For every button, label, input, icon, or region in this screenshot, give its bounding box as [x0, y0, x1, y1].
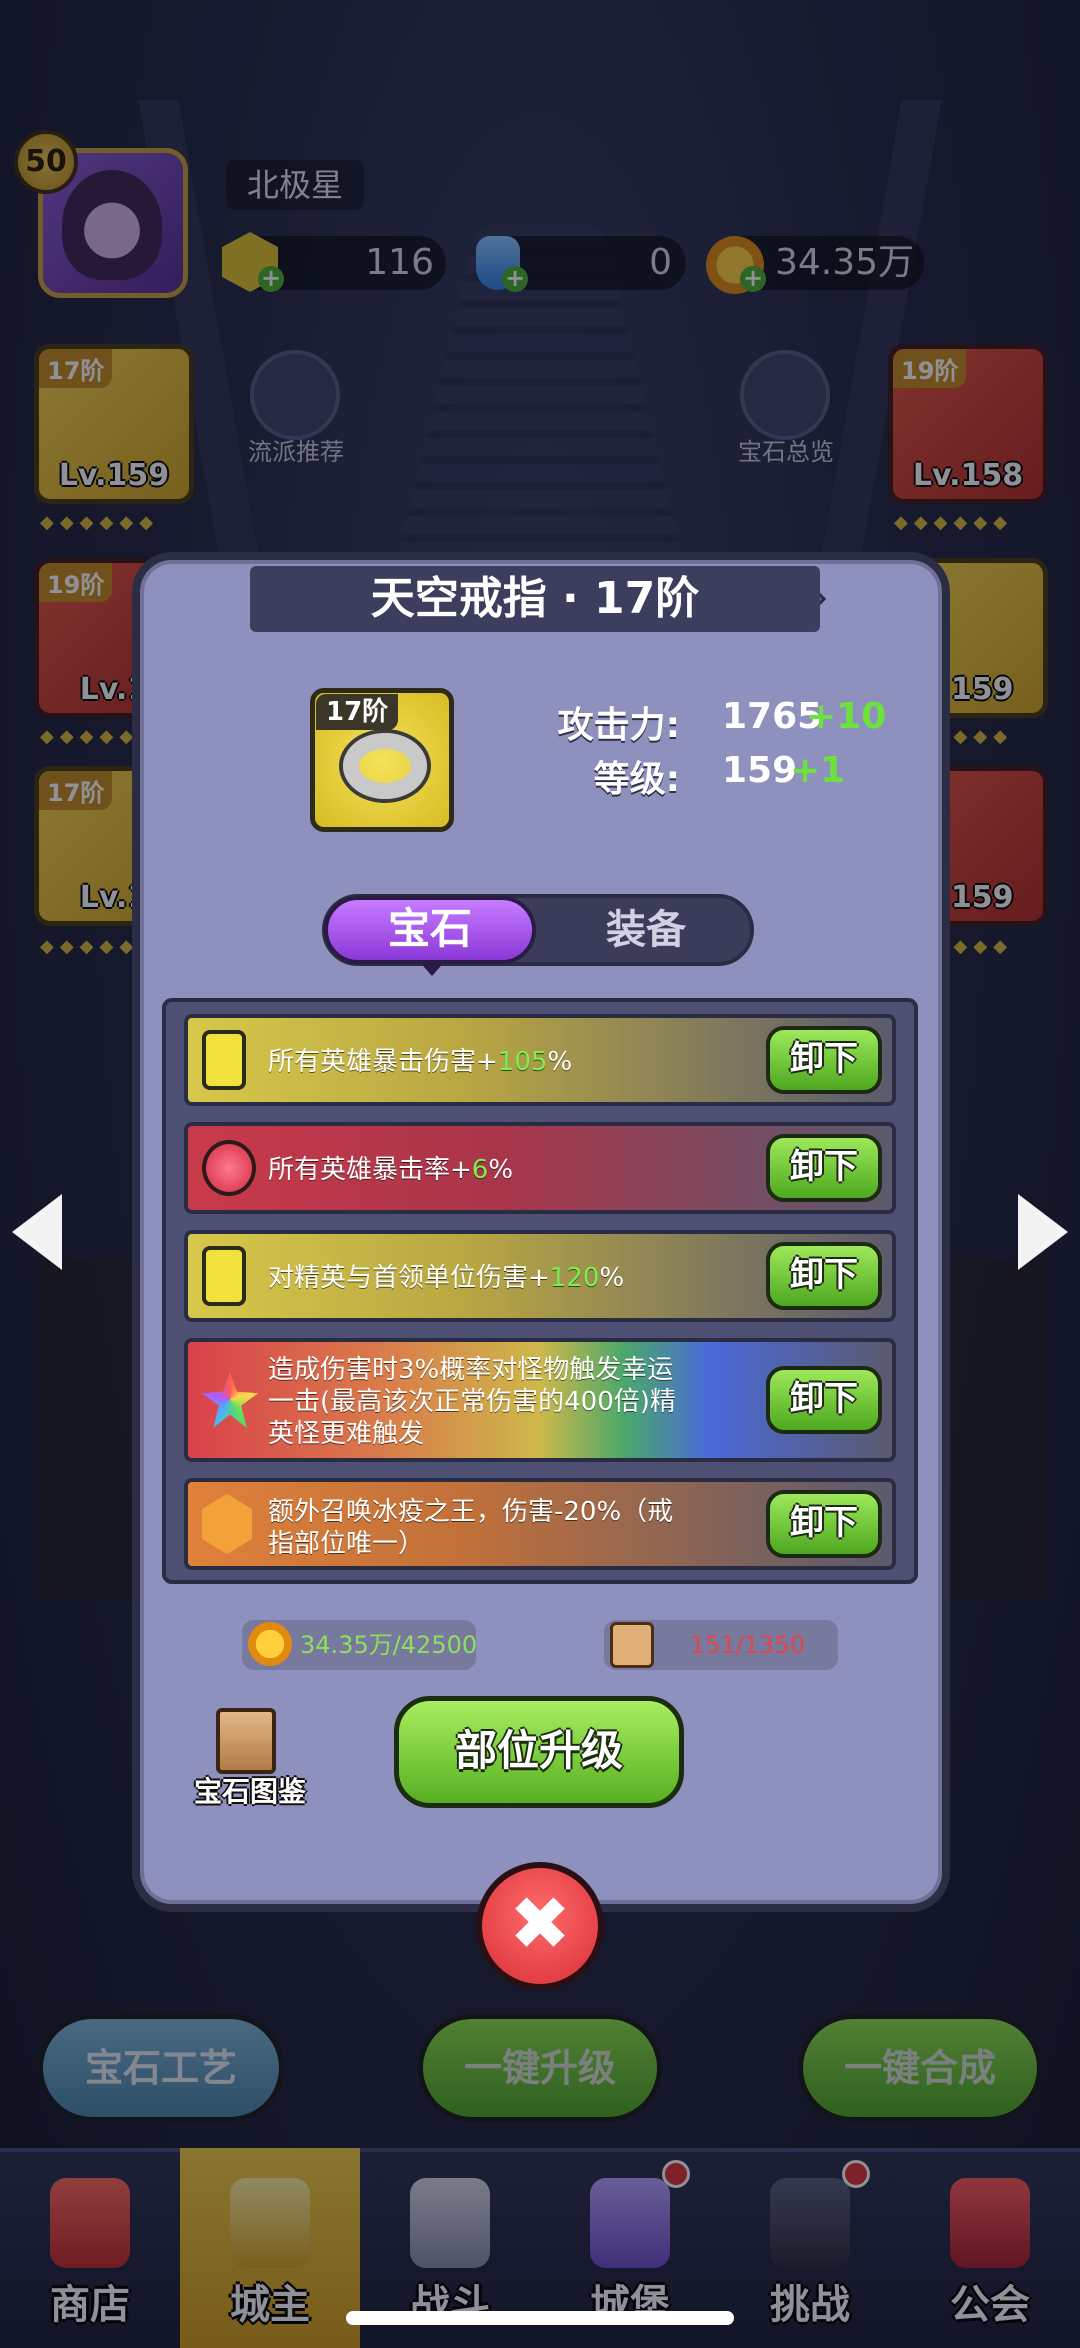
yellow-gem-icon	[202, 1246, 246, 1306]
unequip-button[interactable]: 卸下	[766, 1242, 882, 1310]
gem-slot-row: 对精英与首领单位伤害+120% 卸下	[184, 1230, 896, 1322]
red-gem-icon	[202, 1140, 256, 1196]
unequip-button[interactable]: 卸下	[766, 1134, 882, 1202]
gem-slot-row: 造成伤害时3%概率对怪物触发幸运一击(最高该次正常伤害的400倍)精英怪更难触发…	[184, 1338, 896, 1462]
gem-slot-row: 所有英雄暴击伤害+105% 卸下	[184, 1014, 896, 1106]
close-icon[interactable]: ✖	[476, 1862, 604, 1990]
gem-codex-label[interactable]: 宝石图鉴	[188, 1770, 312, 1810]
home-indicator	[346, 2311, 734, 2325]
gold-cost: 34.35万/42500	[300, 1631, 478, 1659]
level-increase: +1	[790, 750, 846, 791]
gem-effect-text: 对精英与首领单位伤害+120%	[268, 1263, 625, 1293]
tab-pointer	[418, 960, 446, 976]
book-icon[interactable]	[216, 1708, 276, 1774]
tab-equip[interactable]: 装备	[540, 896, 752, 964]
gem-effect-text: 额外召唤冰疫之王，伤害-20%（戒指部位唯一）	[268, 1497, 674, 1559]
item-tier-badge: 17阶	[316, 694, 399, 730]
tab-gem[interactable]: 宝石	[324, 896, 536, 964]
dialog-title: 天空戒指 · 17阶	[250, 566, 820, 632]
scroll-cost: 151/1350	[690, 1631, 805, 1659]
level-value: 159	[722, 750, 798, 791]
attack-increase: +10	[806, 696, 887, 737]
unequip-button[interactable]: 卸下	[766, 1490, 882, 1558]
gold-coin-icon	[248, 1622, 292, 1666]
gem-effect-text: 造成伤害时3%概率对怪物触发幸运一击(最高该次正常伤害的400倍)精英怪更难触发	[268, 1355, 676, 1449]
unequip-button[interactable]: 卸下	[766, 1366, 882, 1434]
gem-slot-row: 额外召唤冰疫之王，伤害-20%（戒指部位唯一） 卸下	[184, 1478, 896, 1570]
next-arrow-icon[interactable]	[1018, 1194, 1068, 1270]
gem-effect-text: 所有英雄暴击率+6%	[268, 1155, 514, 1185]
slot-upgrade-button[interactable]: 部位升级	[394, 1696, 684, 1808]
gem-effect-text: 所有英雄暴击伤害+105%	[268, 1047, 573, 1077]
gem-slot-row: 所有英雄暴击率+6% 卸下	[184, 1122, 896, 1214]
ring-icon	[343, 733, 427, 799]
previous-arrow-icon[interactable]	[12, 1194, 62, 1270]
attack-label: 攻击力:	[557, 705, 680, 746]
level-label: 等级:	[593, 759, 680, 800]
yellow-gem-icon	[202, 1030, 246, 1090]
scroll-icon	[610, 1622, 654, 1668]
unequip-button[interactable]: 卸下	[766, 1026, 882, 1094]
